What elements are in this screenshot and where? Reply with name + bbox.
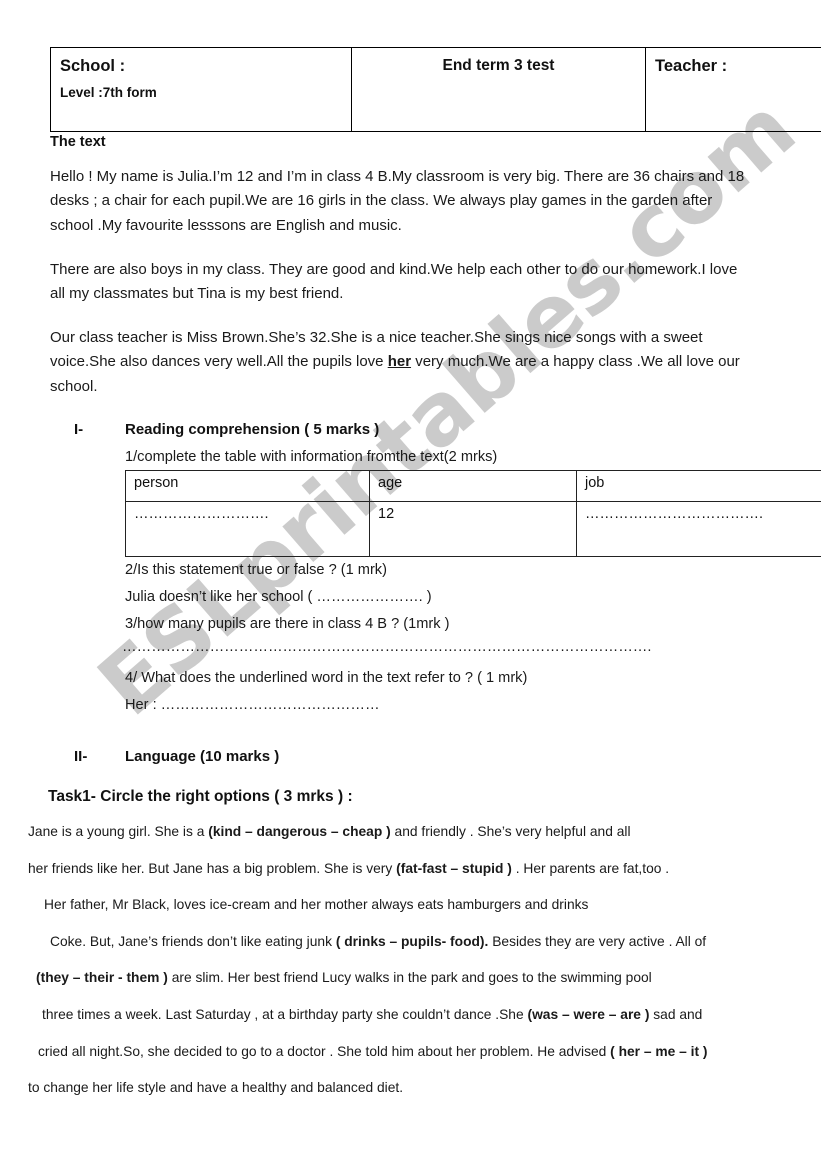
- task1-line[interactable]: cried all night.So, she decided to go to…: [38, 1043, 708, 1061]
- task1-text-segment: her friends like her. But Jane has a big…: [28, 860, 397, 876]
- teacher-label: Teacher :: [655, 57, 728, 75]
- task1-option-group[interactable]: ( drinks – pupils- food).: [336, 934, 489, 949]
- task1-line[interactable]: three times a week. Last Saturday , at a…: [42, 1006, 702, 1024]
- underlined-pronoun: her: [387, 353, 412, 371]
- question-4-answer-line[interactable]: Her : ………………………………………: [125, 694, 380, 717]
- reading-paragraph-2: There are also boys in my class. They ar…: [50, 261, 738, 303]
- question-2-prompt: 2/Is this statement true or false ? (1 m…: [125, 562, 387, 578]
- task1-line[interactable]: her friends like her. But Jane has a big…: [28, 860, 669, 878]
- question-3-answer-line[interactable]: ……………………………………………………………………………………………….: [122, 636, 782, 659]
- task1-line[interactable]: Her father, Mr Black, loves ice-cream an…: [44, 896, 588, 914]
- answer-table: person age job ………………………. 12 ………………………………: [125, 470, 821, 557]
- answer-table-header-row: person age job: [125, 470, 821, 502]
- question-1-prompt: 1/complete the table with information fr…: [125, 449, 498, 465]
- task1-option-group[interactable]: ( her – me – it ): [610, 1044, 707, 1059]
- task1-text-segment: three times a week. Last Saturday , at a…: [42, 1007, 528, 1022]
- task1-text-segment: Jane is a young girl. She is a: [28, 824, 209, 839]
- part-one-numeral: I-: [74, 421, 84, 438]
- task1-text-segment: and friendly . She’s very helpful and al…: [390, 824, 631, 839]
- answer-cell-job[interactable]: ……………………………….: [576, 501, 821, 557]
- task1-line[interactable]: Coke. But, Jane’s friends don’t like eat…: [50, 933, 706, 951]
- task1-text-segment: Her father, Mr Black, loves ice-cream an…: [44, 897, 589, 913]
- task1-text-segment: to change her life style and have a heal…: [28, 1080, 404, 1096]
- task1-heading: Task1- Circle the right options ( 3 mrks…: [48, 788, 353, 805]
- school-label: School :: [60, 57, 126, 75]
- part-two-title: Language (10 marks ): [125, 748, 280, 765]
- header-table: School : Level :7th form End term 3 test…: [50, 47, 821, 132]
- answer-cell-person[interactable]: ……………………….: [125, 501, 370, 557]
- question-2-statement[interactable]: Julia doesn’t like her school ( ………………….…: [125, 586, 432, 609]
- header-cell-teacher: Teacher :: [645, 47, 821, 132]
- reading-paragraph-1: Hello ! My name is Julia.I’m 12 and I’m …: [50, 168, 745, 234]
- task1-text-segment: cried all night.So, she decided to go to…: [38, 1043, 611, 1059]
- text-section-title: The text: [50, 134, 106, 150]
- task1-text-segment: . Her parents are fat,too .: [511, 860, 670, 876]
- header-cell-school: School : Level :7th form: [50, 47, 352, 132]
- task1-line[interactable]: (they – their - them ) are slim. Her bes…: [36, 969, 652, 987]
- task1-option-group[interactable]: (kind – dangerous – cheap ): [208, 824, 390, 839]
- answer-table-body-row: ………………………. 12 ……………………………….: [125, 501, 821, 557]
- task1-option-group[interactable]: (was – were – are ): [527, 1007, 649, 1022]
- task1-text-segment: sad and: [649, 1007, 703, 1022]
- task1-line[interactable]: to change her life style and have a heal…: [28, 1079, 403, 1097]
- task1-text-segment: Besides they are very active . All of: [488, 933, 707, 949]
- header-table-row: School : Level :7th form End term 3 test…: [50, 47, 821, 132]
- task1-line[interactable]: Jane is a young girl. She is a (kind – d…: [28, 823, 631, 841]
- reading-paragraph-3: Our class teacher is Miss Brown.She’s 32…: [50, 326, 750, 399]
- worksheet-page: ESLprintables.com School : Level :7th fo…: [0, 0, 821, 1161]
- task1-text-segment: Coke. But, Jane’s friends don’t like eat…: [50, 933, 336, 949]
- part-one-title: Reading comprehension ( 5 marks ): [125, 421, 380, 438]
- question-4-prompt: 4/ What does the underlined word in the …: [125, 670, 528, 686]
- header-cell-title: End term 3 test: [351, 47, 646, 132]
- answer-table-header-job: job: [576, 470, 821, 502]
- task1-option-group[interactable]: (they – their - them ): [36, 970, 168, 985]
- question-3-prompt: 3/how many pupils are there in class 4 B…: [125, 616, 450, 632]
- answer-table-header-person: person: [125, 470, 370, 502]
- level-label: Level :7th form: [60, 84, 157, 100]
- test-title: End term 3 test: [442, 57, 555, 74]
- task1-text-segment: are slim. Her best friend Lucy walks in …: [167, 970, 652, 986]
- answer-table-header-age: age: [369, 470, 577, 502]
- task1-option-group[interactable]: (fat-fast – stupid ): [396, 861, 512, 876]
- part-two-numeral: II-: [74, 748, 88, 765]
- answer-cell-age[interactable]: 12: [369, 501, 577, 557]
